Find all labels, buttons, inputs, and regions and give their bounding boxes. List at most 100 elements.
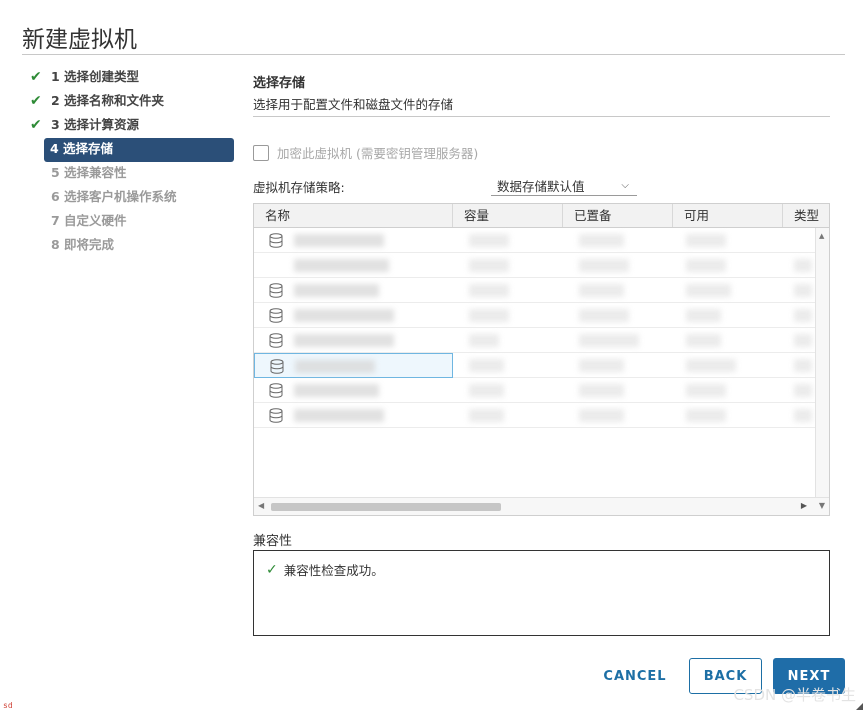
cancel-button[interactable]: CANCEL (592, 658, 678, 694)
name-cell (254, 328, 453, 353)
redacted-text (794, 334, 812, 347)
redacted-text (686, 409, 726, 422)
redacted-text (794, 384, 812, 397)
encrypt-label: 加密此虚拟机 (需要密钥管理服务器) (277, 146, 479, 161)
chevron-down-icon: ⌵ (621, 179, 629, 191)
storage-policy-select[interactable]: 数据存储默认值 ⌵ (491, 175, 637, 196)
check-icon: ✓ (266, 561, 278, 578)
table-row[interactable] (254, 228, 816, 253)
table-row[interactable] (254, 303, 816, 328)
redacted-text (686, 284, 731, 297)
section-subtitle: 选择用于配置文件和磁盘文件的存储 (253, 97, 454, 112)
table-row[interactable] (254, 328, 816, 353)
database-icon (269, 308, 283, 323)
redacted-text (294, 309, 394, 322)
redacted-text (294, 334, 394, 347)
redacted-text (294, 284, 379, 297)
name-cell (254, 253, 453, 278)
step-3[interactable]: ✔ 3 选择计算资源 (28, 114, 235, 138)
step-label: 8 即将完成 (51, 237, 115, 252)
name-cell (254, 403, 453, 428)
table-row[interactable] (254, 378, 816, 403)
step-label: 5 选择兼容性 (51, 165, 127, 180)
redacted-text (469, 234, 509, 247)
horizontal-scrollbar[interactable]: ◀ ▶ ▼ (254, 497, 829, 515)
redacted-text (686, 384, 726, 397)
step-8: 8 即将完成 (28, 234, 235, 258)
watermark: CSDN @半卷书生 (733, 686, 856, 704)
scroll-right-icon[interactable]: ▶ (801, 501, 807, 510)
scrollbar-thumb[interactable] (271, 503, 501, 511)
column-header-name[interactable]: 名称 (254, 204, 453, 227)
database-icon (269, 333, 283, 348)
redacted-text (469, 359, 504, 372)
table-row-selected[interactable] (254, 353, 816, 378)
column-header-free[interactable]: 可用 (673, 204, 783, 227)
encrypt-vm-option: 加密此虚拟机 (需要密钥管理服务器) (253, 143, 478, 162)
redacted-text (686, 334, 721, 347)
redacted-text (579, 359, 624, 372)
database-icon (269, 408, 283, 423)
redacted-text (469, 334, 499, 347)
storage-policy-label: 虚拟机存储策略: (253, 180, 345, 195)
column-header-capacity[interactable]: 容量 (453, 204, 563, 227)
step-label: 7 自定义硬件 (51, 213, 127, 228)
database-icon (270, 359, 284, 374)
step-label: 4 选择存储 (50, 141, 114, 156)
redacted-text (469, 284, 509, 297)
corner-mark: sd (3, 701, 13, 710)
redacted-text (686, 359, 736, 372)
name-cell (254, 228, 453, 253)
scroll-down-icon[interactable]: ▼ (819, 501, 825, 510)
database-icon (269, 233, 283, 248)
database-icon (269, 383, 283, 398)
column-header-type[interactable]: 类型 (783, 204, 829, 227)
step-2[interactable]: ✔ 2 选择名称和文件夹 (28, 90, 235, 114)
check-icon: ✔ (30, 69, 42, 85)
redacted-text (469, 384, 504, 397)
redacted-text (579, 284, 624, 297)
step-label: 3 选择计算资源 (51, 117, 140, 132)
step-4-active[interactable]: 4 选择存储 (44, 138, 234, 162)
column-header-provisioned[interactable]: 已置备 (563, 204, 673, 227)
redacted-text (794, 259, 812, 272)
redacted-text (579, 234, 624, 247)
table-row[interactable] (254, 403, 816, 428)
step-5: 5 选择兼容性 (28, 162, 235, 186)
compatibility-label: 兼容性 (253, 534, 293, 549)
redacted-text (294, 234, 384, 247)
redacted-text (294, 259, 389, 272)
vertical-scrollbar[interactable]: ▲ (815, 228, 829, 498)
step-label: 1 选择创建类型 (51, 69, 140, 84)
resize-grip-icon[interactable] (856, 703, 863, 710)
name-cell (254, 378, 453, 403)
title-divider (22, 54, 845, 55)
encrypt-checkbox[interactable] (253, 144, 269, 161)
step-6: 6 选择客户机操作系统 (28, 186, 235, 210)
compatibility-message: ✓ 兼容性检查成功。 (266, 560, 384, 579)
table-row[interactable] (254, 278, 816, 303)
redacted-text (469, 409, 504, 422)
redacted-text (579, 309, 629, 322)
step-1[interactable]: ✔ 1 选择创建类型 (28, 66, 235, 90)
check-icon: ✔ (30, 117, 42, 133)
scroll-up-icon[interactable]: ▲ (819, 232, 824, 240)
name-cell (254, 303, 453, 328)
redacted-text (686, 234, 726, 247)
compatibility-panel: ✓ 兼容性检查成功。 (253, 550, 830, 636)
redacted-text (469, 309, 509, 322)
compatibility-text: 兼容性检查成功。 (283, 563, 384, 578)
redacted-text (794, 309, 812, 322)
redacted-text (794, 409, 812, 422)
redacted-text (294, 409, 384, 422)
redacted-text (686, 309, 721, 322)
step-7: 7 自定义硬件 (28, 210, 235, 234)
redacted-text (469, 259, 509, 272)
scroll-left-icon[interactable]: ◀ (258, 501, 264, 510)
wizard-steps: ✔ 1 选择创建类型 ✔ 2 选择名称和文件夹 ✔ 3 选择计算资源 4 选择存… (28, 66, 235, 258)
step-label: 2 选择名称和文件夹 (51, 93, 165, 108)
storage-policy-value: 数据存储默认值 (497, 178, 585, 194)
redacted-text (794, 284, 812, 297)
table-row[interactable] (254, 253, 816, 278)
check-icon: ✔ (30, 93, 42, 109)
